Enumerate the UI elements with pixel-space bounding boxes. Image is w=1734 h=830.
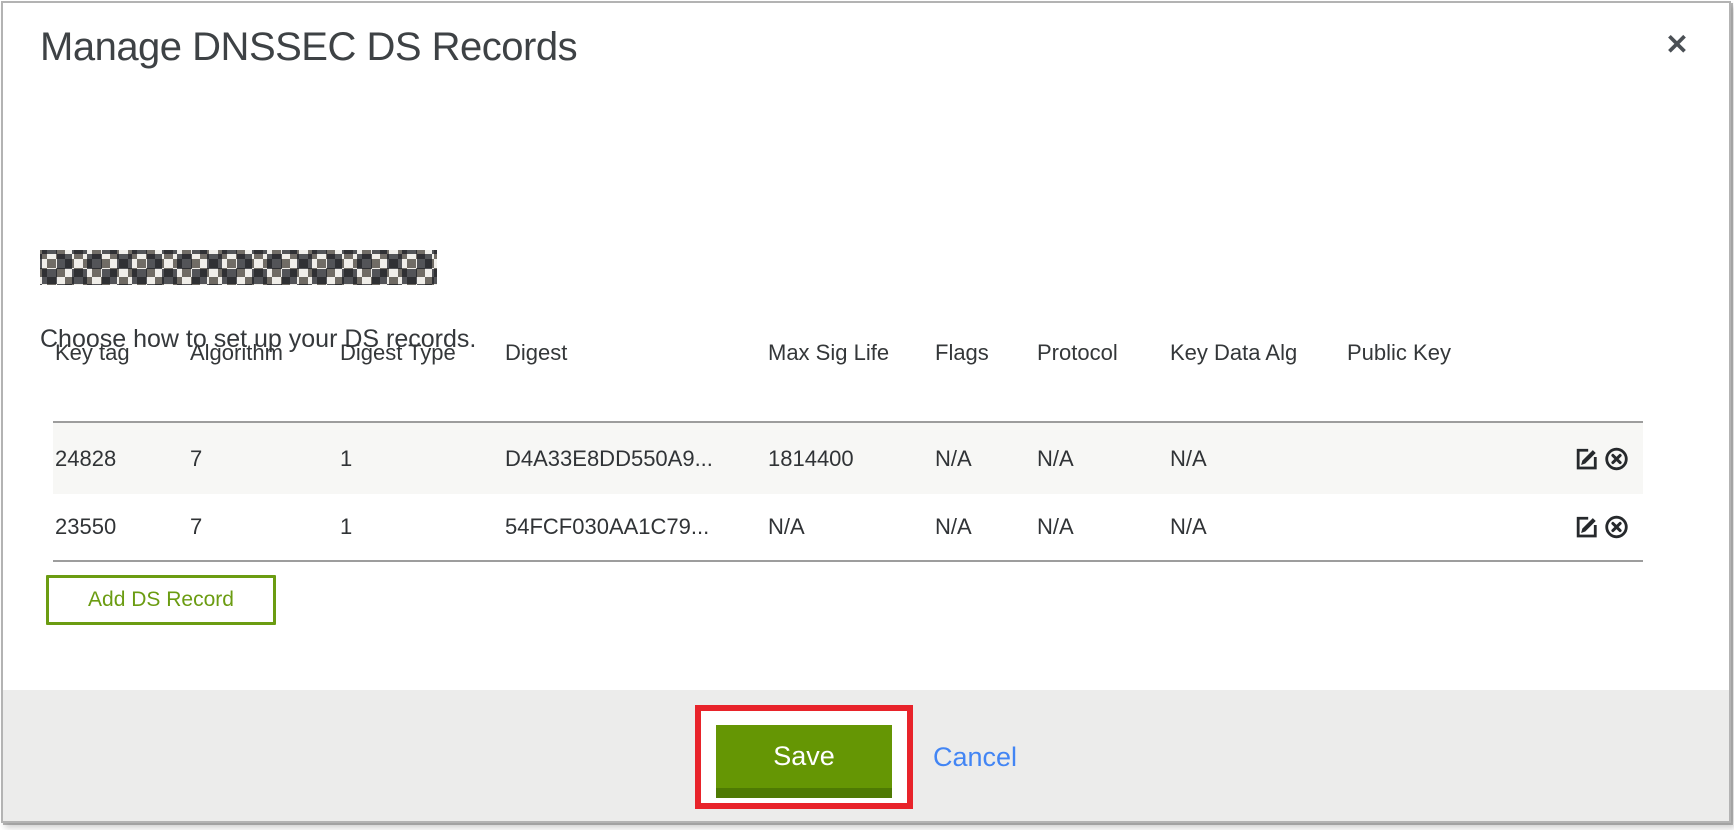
delete-record-button[interactable]: [1602, 444, 1631, 473]
column-header-digest-type: Digest Type: [340, 340, 456, 366]
cell-digest-type: 1: [340, 446, 352, 472]
column-header-max-sig-life: Max Sig Life: [768, 340, 889, 366]
ds-records-table: Key tag Algorithm Digest Type Digest Max…: [40, 340, 1646, 564]
close-button[interactable]: ✕: [1655, 23, 1699, 67]
cell-digest: D4A33E8DD550A9...: [505, 446, 713, 472]
column-header-key-data-alg: Key Data Alg: [1170, 340, 1297, 366]
table-row: 24828 7 1 D4A33E8DD550A9... 1814400 N/A …: [53, 423, 1643, 494]
save-button[interactable]: Save: [716, 725, 892, 798]
cell-max-sig-life: N/A: [768, 514, 805, 540]
cell-key-tag: 24828: [55, 446, 116, 472]
circle-x-icon: [1603, 445, 1630, 472]
dnssec-dialog: Manage DNSSEC DS Records ✕ Choose how to…: [1, 1, 1731, 823]
redacted-domain-name: [40, 250, 437, 285]
column-header-algorithm: Algorithm: [190, 340, 283, 366]
cell-digest-type: 1: [340, 514, 352, 540]
cell-protocol: N/A: [1037, 514, 1074, 540]
cell-max-sig-life: 1814400: [768, 446, 854, 472]
edit-icon: [1573, 514, 1600, 541]
cell-protocol: N/A: [1037, 446, 1074, 472]
delete-record-button[interactable]: [1602, 513, 1631, 542]
cell-flags: N/A: [935, 514, 972, 540]
close-icon: ✕: [1665, 29, 1688, 60]
cell-key-tag: 23550: [55, 514, 116, 540]
column-header-key-tag: Key tag: [55, 340, 130, 366]
cell-key-data-alg: N/A: [1170, 446, 1207, 472]
circle-x-icon: [1603, 514, 1630, 541]
cell-algorithm: 7: [190, 514, 202, 540]
cell-digest: 54FCF030AA1C79...: [505, 514, 709, 540]
column-header-flags: Flags: [935, 340, 989, 366]
save-highlight-annotation: Save: [695, 705, 913, 809]
edit-record-button[interactable]: [1572, 444, 1601, 473]
cell-flags: N/A: [935, 446, 972, 472]
cell-key-data-alg: N/A: [1170, 514, 1207, 540]
dialog-footer: Save Cancel: [3, 690, 1729, 821]
edit-icon: [1573, 445, 1600, 472]
column-header-protocol: Protocol: [1037, 340, 1118, 366]
cancel-link[interactable]: Cancel: [933, 742, 1017, 773]
table-row: 23550 7 1 54FCF030AA1C79... N/A N/A N/A …: [53, 494, 1643, 560]
table-header: Key tag Algorithm Digest Type Digest Max…: [40, 340, 1646, 370]
edit-record-button[interactable]: [1572, 513, 1601, 542]
table-bottom-divider: [53, 560, 1643, 562]
column-header-public-key: Public Key: [1347, 340, 1451, 366]
column-header-digest: Digest: [505, 340, 567, 366]
dialog-title: Manage DNSSEC DS Records: [40, 25, 577, 70]
cell-algorithm: 7: [190, 446, 202, 472]
add-ds-record-button[interactable]: Add DS Record: [46, 575, 276, 625]
